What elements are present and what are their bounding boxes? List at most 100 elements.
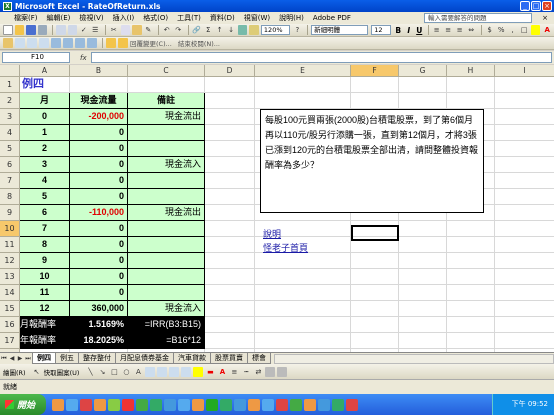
grid-cell[interactable] xyxy=(447,269,495,285)
grid-cell[interactable] xyxy=(255,253,351,269)
month-cell[interactable]: 9 xyxy=(20,253,70,269)
note-cell[interactable] xyxy=(128,141,205,157)
cashflow-cell[interactable]: 360,000 xyxy=(70,301,128,317)
grid-cell[interactable] xyxy=(205,205,255,221)
grid-cell[interactable] xyxy=(399,317,447,333)
3d-icon[interactable] xyxy=(277,366,288,377)
grid-cell[interactable] xyxy=(255,317,351,333)
minimize-button[interactable]: _ xyxy=(520,1,530,11)
sheet-tab[interactable]: 例五 xyxy=(55,353,79,364)
note-cell[interactable] xyxy=(128,173,205,189)
grid-cell[interactable] xyxy=(399,285,447,301)
month-cell[interactable]: 4 xyxy=(20,173,70,189)
print-icon[interactable] xyxy=(56,25,66,35)
sheet-tab[interactable]: 標會 xyxy=(247,353,271,364)
quicklaunch-icon-1[interactable] xyxy=(52,398,64,411)
grid-cell[interactable] xyxy=(495,109,554,125)
end-review-button[interactable]: 結束校閱(N)... xyxy=(178,38,220,48)
column-header-c[interactable]: C xyxy=(128,65,205,77)
sort-descending-icon[interactable]: ↓ xyxy=(226,25,236,35)
menu-view[interactable]: 檢視(V) xyxy=(79,13,103,23)
grid-cell[interactable] xyxy=(255,333,351,349)
grid-cell[interactable] xyxy=(205,253,255,269)
grid-cell[interactable] xyxy=(495,333,554,349)
dash-style-icon[interactable]: ┅ xyxy=(241,367,251,377)
grid-cell[interactable] xyxy=(495,221,554,237)
redo-icon[interactable]: ↷ xyxy=(173,25,183,35)
grid-cell[interactable] xyxy=(495,285,554,301)
quicklaunch-icon-2[interactable] xyxy=(66,398,78,411)
grid-cell[interactable] xyxy=(495,253,554,269)
month-cell[interactable]: 12 xyxy=(20,301,70,317)
save-icon[interactable] xyxy=(26,25,36,35)
note-cell[interactable] xyxy=(128,253,205,269)
cashflow-cell[interactable]: 0 xyxy=(70,173,128,189)
grid-cell[interactable] xyxy=(495,205,554,221)
review-ink-icon[interactable] xyxy=(87,38,97,48)
sheet-tab[interactable]: 汽車貸款 xyxy=(173,353,211,364)
fx-icon[interactable]: fx xyxy=(80,54,87,62)
note-cell[interactable] xyxy=(128,125,205,141)
grid-cell[interactable] xyxy=(351,317,399,333)
note-cell[interactable]: 現金流出 xyxy=(128,109,205,125)
underline-button[interactable]: U xyxy=(415,26,425,35)
grid-cell[interactable] xyxy=(255,301,351,317)
grid-cell[interactable] xyxy=(128,77,205,93)
grid-cell[interactable] xyxy=(447,317,495,333)
row-header-7[interactable]: 7 xyxy=(0,173,20,189)
summary-label[interactable]: 年報酬率 xyxy=(20,333,70,349)
borders-icon[interactable]: □ xyxy=(519,25,529,35)
row-header-11[interactable]: 11 xyxy=(0,237,20,253)
grid-cell[interactable] xyxy=(495,157,554,173)
copy-icon[interactable] xyxy=(120,25,131,35)
chart-wizard-icon[interactable] xyxy=(237,25,248,35)
header-note[interactable]: 備註 xyxy=(128,93,205,109)
grid-cell[interactable] xyxy=(495,141,554,157)
grid-cell[interactable] xyxy=(399,253,447,269)
summary-value[interactable]: 1.5169% xyxy=(70,317,128,333)
quicklaunch-icon-10[interactable] xyxy=(178,398,190,411)
menu-edit[interactable]: 編輯(E) xyxy=(47,13,71,23)
worksheet-grid[interactable]: ABCDEFGHI12345678910111213141516171819例四… xyxy=(0,65,554,352)
row-header-4[interactable]: 4 xyxy=(0,125,20,141)
quicklaunch-icon-7[interactable] xyxy=(136,398,148,411)
grid-cell[interactable] xyxy=(205,221,255,237)
paste-icon[interactable] xyxy=(132,25,142,35)
month-cell[interactable]: 5 xyxy=(20,189,70,205)
month-cell[interactable]: 2 xyxy=(20,141,70,157)
merge-center-icon[interactable]: ⇔ xyxy=(466,25,476,35)
note-cell[interactable]: 現金流出 xyxy=(128,205,205,221)
maximize-button[interactable]: □ xyxy=(531,1,541,11)
grid-cell[interactable] xyxy=(399,301,447,317)
review-prev-icon[interactable] xyxy=(27,38,37,48)
grid-cell[interactable] xyxy=(351,269,399,285)
quicklaunch-icon-20[interactable] xyxy=(318,398,330,411)
cashflow-cell[interactable]: 0 xyxy=(70,269,128,285)
grid-cell[interactable] xyxy=(205,285,255,301)
bold-button[interactable]: B xyxy=(394,26,404,35)
row-header-12[interactable]: 12 xyxy=(0,253,20,269)
permission-icon[interactable] xyxy=(37,25,48,35)
row-header-5[interactable]: 5 xyxy=(0,141,20,157)
grid-cell[interactable] xyxy=(495,173,554,189)
grid-cell[interactable] xyxy=(495,125,554,141)
problem-text-box[interactable]: 每股100元買兩張(2000股)台積電股票，到了第6個月再以110元/股另行添購… xyxy=(260,109,484,213)
grid-cell[interactable] xyxy=(351,253,399,269)
reply-changes-button[interactable]: 回覆變更(C)... xyxy=(130,38,172,48)
quicklaunch-icon-3[interactable] xyxy=(80,398,92,411)
review-folder-icon[interactable] xyxy=(106,38,116,48)
drawing-icon[interactable] xyxy=(249,25,259,35)
row-header-6[interactable]: 6 xyxy=(0,157,20,173)
quicklaunch-icon-12[interactable] xyxy=(206,398,218,411)
sheet-tab[interactable]: 月配息債券基金 xyxy=(115,353,174,364)
cashflow-cell[interactable]: 0 xyxy=(70,253,128,269)
grid-cell[interactable] xyxy=(399,77,447,93)
link-homepage[interactable]: 怪老子首頁 xyxy=(263,241,308,254)
cashflow-cell[interactable]: -200,000 xyxy=(70,109,128,125)
quicklaunch-icon-16[interactable] xyxy=(262,398,274,411)
currency-icon[interactable]: $ xyxy=(485,25,495,35)
grid-cell[interactable] xyxy=(447,301,495,317)
cashflow-cell[interactable]: 0 xyxy=(70,189,128,205)
align-center-icon[interactable]: ≡ xyxy=(443,25,453,35)
header-cashflow[interactable]: 現金流量 xyxy=(70,93,128,109)
